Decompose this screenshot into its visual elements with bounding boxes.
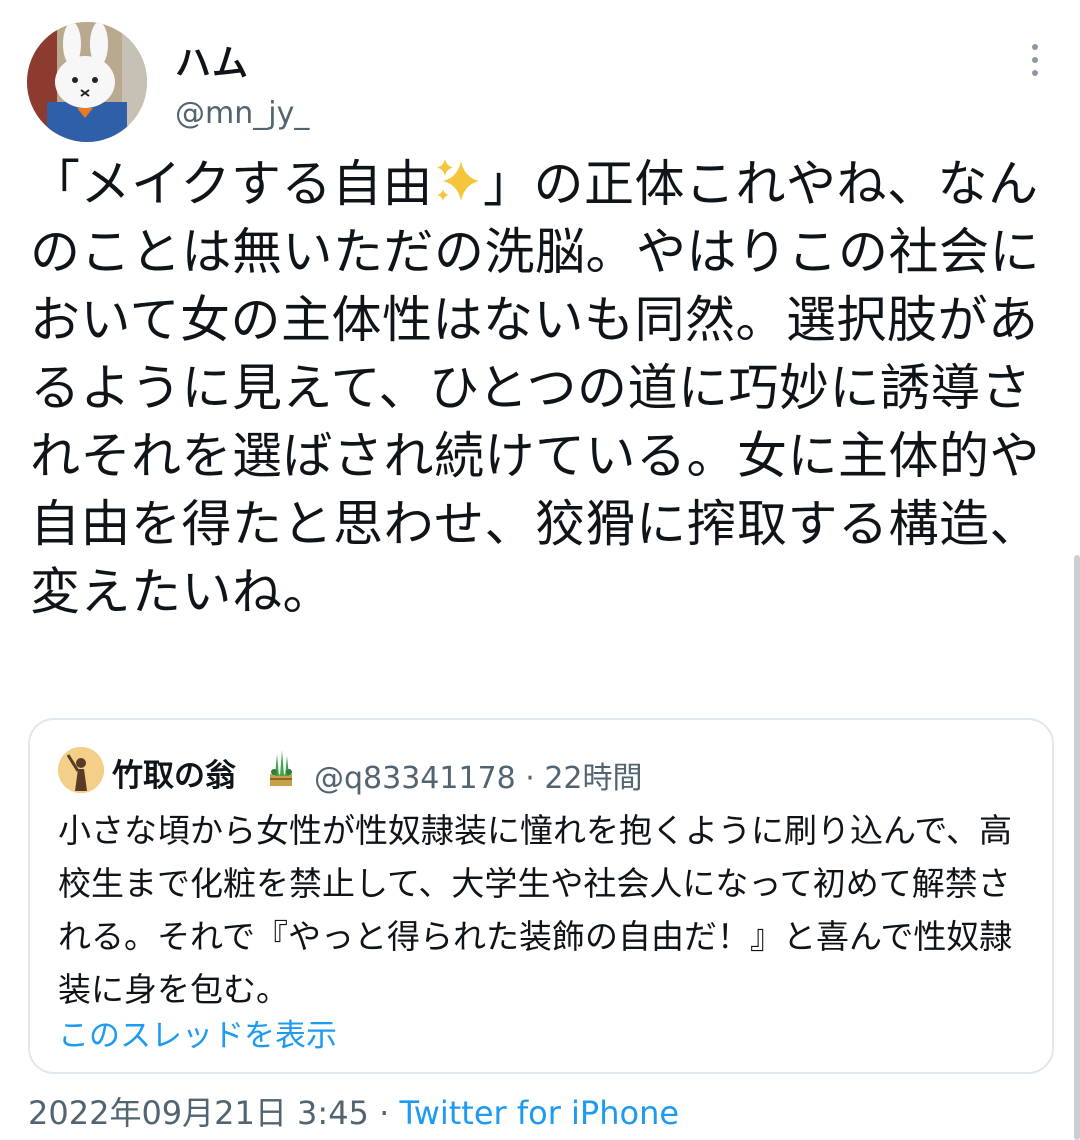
author-display-name[interactable]: ハム <box>175 34 249 86</box>
quoted-handle-time: @q83341178 · 22時間 <box>314 761 643 796</box>
sparkles-icon <box>433 156 483 206</box>
tweet-detail: ハム @mn_jy_ 「メイクする自由 」の正体これやね、なんのことは無いただの洗… <box>0 0 1080 1140</box>
tweet-text-part: 「メイクする自由 <box>30 155 433 213</box>
more-dot-icon <box>1032 44 1038 50</box>
quoted-tweet-text: 小さな頃から女性が性奴隷装に憧れを抱くように刷り込んで、高校生まで化粧を禁止して… <box>58 811 1013 1009</box>
tweet-footer: 2022年09月21日 3:45 · Twitter for iPhone <box>28 1088 679 1134</box>
avatar-image <box>27 22 147 142</box>
more-options-button[interactable] <box>1018 40 1052 80</box>
scrollbar[interactable] <box>1074 555 1080 1140</box>
tweet-timestamp[interactable]: 2022年09月21日 3:45 <box>28 1094 369 1132</box>
footer-separator: · <box>379 1094 390 1132</box>
quoted-tweet-card[interactable]: 竹取の翁 @q83341178 · 22時間 小さな頃から女性が性奴隷装に憧れを… <box>28 718 1054 1074</box>
tweet-text-part: 」の正体これやね、なんのことは無いただの洗脳。やはりこの社会において女の主体性は… <box>30 155 1040 621</box>
author-avatar[interactable] <box>27 22 147 142</box>
quoted-author-name: 竹取の翁 <box>112 758 236 794</box>
author-handle[interactable]: @mn_jy_ <box>175 96 309 131</box>
kadomatsu-icon <box>266 748 296 788</box>
more-dot-icon <box>1032 57 1038 63</box>
show-thread-link[interactable]: このスレッドを表示 <box>58 1010 337 1055</box>
quoted-author-avatar <box>58 747 104 793</box>
tweet-text: 「メイクする自由 」の正体これやね、なんのことは無いただの洗脳。やはりこの社会にお… <box>30 150 1040 626</box>
more-dot-icon <box>1032 70 1038 76</box>
tweet-source-link[interactable]: Twitter for iPhone <box>399 1094 679 1132</box>
